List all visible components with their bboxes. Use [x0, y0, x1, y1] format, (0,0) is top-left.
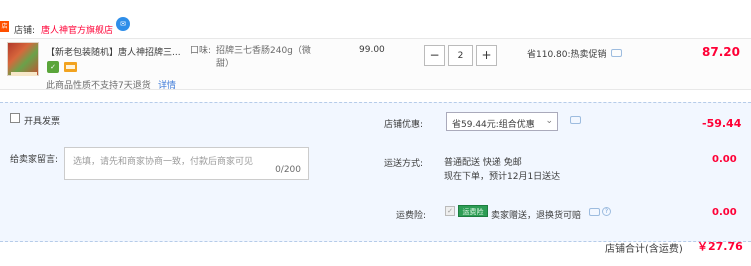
quantity-decrease-button[interactable]: −: [424, 45, 445, 66]
sku-value: 招牌三七香肠240g（微甜）: [216, 46, 311, 69]
item-total-price: 87.20: [702, 45, 740, 59]
shop-label: 店铺:: [14, 26, 36, 36]
guarantee-icon: ✓: [47, 61, 59, 73]
shop-name-link[interactable]: 唐人神官方旗舰店: [41, 23, 113, 36]
chat-icon[interactable]: [589, 208, 600, 216]
product-thumbnail-caption: [11, 72, 37, 76]
chat-bubble-icon[interactable]: ✉: [116, 17, 130, 31]
unit-price: 99.00: [359, 45, 385, 55]
message-placeholder: 选填，请先和商家协商一致，付款后商家可见: [73, 157, 254, 167]
shipping-method: 普通配送 快递 免邮: [444, 158, 522, 168]
sku-label: 口味:: [190, 46, 212, 56]
store-total-label: 店铺合计(含运费): [605, 244, 683, 255]
shop-flag-icon: 店铺: [0, 21, 9, 32]
quantity-increase-button[interactable]: +: [476, 45, 497, 66]
store-discount-selected: 省59.44元:组合优惠: [452, 120, 535, 130]
message-char-count: 0/200: [275, 165, 301, 175]
store-discount-select[interactable]: 省59.44元:组合优惠 ⌄: [446, 112, 558, 131]
item-title-link[interactable]: 【新老包装随机】唐人神招牌三...: [46, 45, 186, 58]
insurance-badge: 运费险: [458, 205, 488, 217]
store-discount-amount: -59.44: [702, 117, 742, 130]
message-textarea[interactable]: 选填，请先和商家协商一致，付款后商家可见 0/200: [64, 147, 309, 180]
insurance-checkbox: ✓: [445, 206, 455, 216]
credit-card-icon: [64, 62, 77, 72]
promo-text: 省110.80:热卖促销: [527, 50, 607, 60]
no-return-notice: 此商品性质不支持7天退货: [46, 81, 151, 91]
invoice-checkbox[interactable]: [10, 113, 20, 123]
chat-icon[interactable]: [611, 49, 622, 57]
store-discount-label: 店铺优惠:: [384, 120, 424, 130]
chevron-down-icon: ⌄: [545, 116, 553, 126]
help-icon[interactable]: ?: [602, 207, 611, 216]
chat-icon[interactable]: [570, 116, 581, 124]
shipping-amount: 0.00: [712, 154, 737, 165]
quantity-stepper: − +: [424, 45, 497, 66]
insurance-text: 卖家赠送，退换货可赔: [491, 211, 582, 221]
product-thumbnail[interactable]: [7, 42, 39, 76]
quantity-input[interactable]: [448, 45, 473, 66]
shipping-eta: 现在下单，预计12月1日送达: [444, 172, 561, 182]
insurance-label: 运费险:: [396, 211, 427, 221]
shipping-label: 运送方式:: [384, 159, 424, 169]
store-total-amount: ￥27.76: [697, 240, 743, 253]
detail-link[interactable]: 详情: [158, 78, 176, 91]
insurance-amount: 0.00: [712, 207, 737, 218]
message-label: 给卖家留言:: [10, 155, 59, 165]
invoice-label[interactable]: 开具发票: [24, 114, 60, 127]
